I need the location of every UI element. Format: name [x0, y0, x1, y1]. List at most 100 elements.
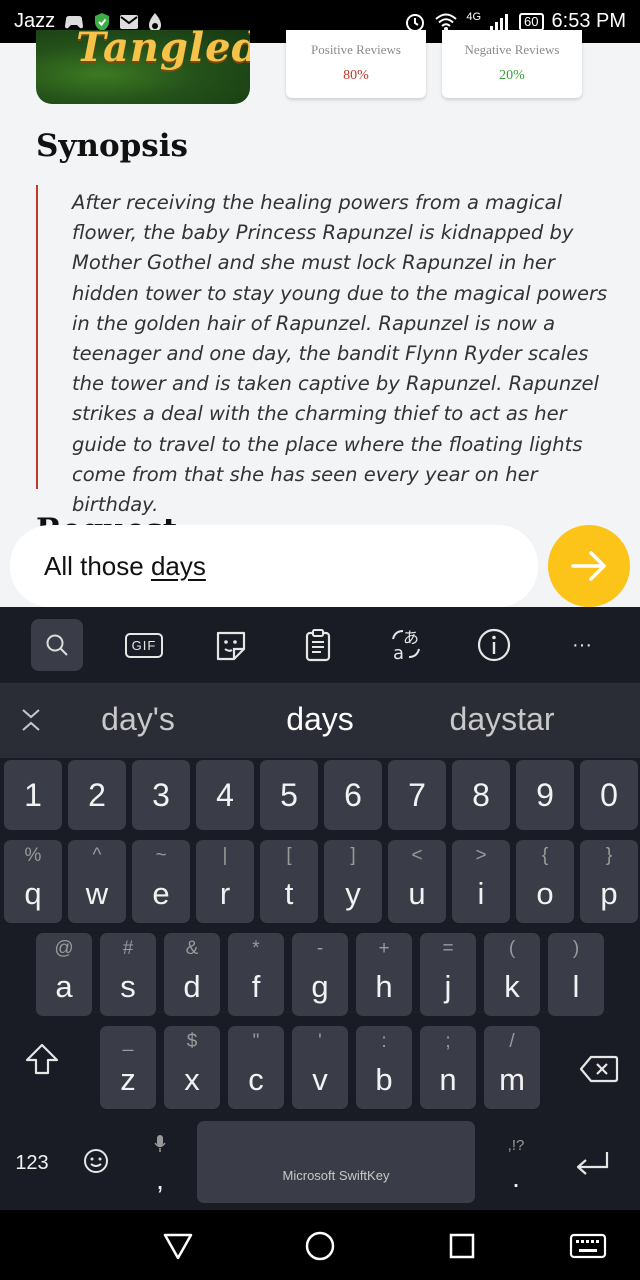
synopsis-heading: Synopsis	[36, 128, 188, 164]
numbers-symbols-key[interactable]: 123	[6, 1141, 58, 1185]
back-button[interactable]	[160, 1228, 196, 1264]
space-bar-brand: Microsoft SwiftKey	[282, 1168, 390, 1183]
key-6-label: 6	[344, 776, 362, 813]
key-t[interactable]: [t	[260, 840, 318, 923]
key-d[interactable]: & d	[164, 933, 220, 1016]
key-b[interactable]: :b	[356, 1026, 412, 1109]
key-q[interactable]: % q	[4, 840, 62, 923]
key-c[interactable]: " c	[228, 1026, 284, 1109]
key-p-secondary: }	[605, 845, 613, 866]
key-e[interactable]: ~ e	[132, 840, 190, 923]
keyboard-toggle-button[interactable]	[568, 1228, 608, 1264]
movie-poster[interactable]: Tangled	[36, 30, 250, 104]
poster-title: Tangled	[76, 30, 250, 71]
vpn-shield-icon	[93, 12, 111, 32]
key-s[interactable]: # s	[100, 933, 156, 1016]
key-1[interactable]: 1	[4, 760, 62, 830]
key-6[interactable]: 6	[324, 760, 382, 830]
key-v-secondary: '	[318, 1031, 322, 1052]
clipboard-button[interactable]	[292, 619, 344, 671]
key-0[interactable]: 0	[580, 760, 638, 830]
emoji-key[interactable]	[80, 1143, 112, 1179]
backspace-key[interactable]	[572, 1044, 626, 1094]
key-8[interactable]: 8	[452, 760, 510, 830]
key-z[interactable]: _ z	[100, 1026, 156, 1109]
sticker-button[interactable]	[205, 619, 257, 671]
key-z-secondary: _	[122, 1031, 134, 1052]
key-f[interactable]: * f	[228, 933, 284, 1016]
keyboard-search-button[interactable]	[31, 619, 83, 671]
key-f-label: f	[251, 968, 261, 1004]
key-o-secondary: {	[541, 845, 549, 866]
key-v[interactable]: ' v	[292, 1026, 348, 1109]
key-o[interactable]: {o	[516, 840, 574, 923]
positive-reviews-label: Positive Reviews	[311, 42, 401, 57]
key-g[interactable]: -g	[292, 933, 348, 1016]
key-i[interactable]: > i	[452, 840, 510, 923]
key-4[interactable]: 4	[196, 760, 254, 830]
navigation-bar	[0, 1210, 640, 1280]
key-k[interactable]: (k	[484, 933, 540, 1016]
key-h[interactable]: + h	[356, 933, 412, 1016]
recents-square-icon	[449, 1233, 475, 1259]
suggestion-right[interactable]: daystar	[412, 701, 592, 738]
key-r[interactable]: | r	[196, 840, 254, 923]
key-r-secondary: |	[222, 845, 228, 866]
next-section-heading-text: Request	[36, 512, 236, 526]
reply-input[interactable]: All those days	[10, 525, 538, 607]
gif-button[interactable]: GIF	[118, 619, 170, 671]
more-options-button[interactable]: ···	[556, 619, 608, 671]
send-button[interactable]	[548, 525, 630, 607]
positive-reviews-value: 80%	[343, 68, 369, 83]
key-x[interactable]: $ x	[164, 1026, 220, 1109]
key-3[interactable]: 3	[132, 760, 190, 830]
key-b-secondary: :	[381, 1031, 387, 1052]
key-p[interactable]: } p	[580, 840, 638, 923]
key-i-secondary: >	[475, 845, 487, 866]
key-m[interactable]: / m	[484, 1026, 540, 1109]
emoji-icon	[84, 1149, 108, 1173]
key-y[interactable]: ] y	[324, 840, 382, 923]
key-j[interactable]: = j	[420, 933, 476, 1016]
key-q-label: q	[24, 875, 42, 911]
clipboard-icon	[305, 629, 331, 662]
key-g-label: g	[311, 968, 329, 1004]
key-n[interactable]: ; n	[420, 1026, 476, 1109]
home-button[interactable]	[302, 1228, 338, 1264]
key-4-label: 4	[216, 776, 234, 813]
collapse-suggestions-icon[interactable]	[18, 705, 44, 740]
key-a[interactable]: @ a	[36, 933, 92, 1016]
suggestion-center[interactable]: days	[230, 701, 410, 738]
key-7[interactable]: 7	[388, 760, 446, 830]
key-2-label: 2	[88, 776, 106, 813]
wifi-icon	[434, 12, 458, 32]
enter-key[interactable]	[568, 1143, 616, 1183]
enter-icon	[576, 1152, 609, 1175]
fire-icon	[147, 12, 163, 32]
keyboard-toolbar: GIF あa ···	[0, 607, 640, 683]
key-a-label: a	[55, 968, 73, 1004]
key-o-label: o	[536, 875, 554, 911]
recents-button[interactable]	[444, 1228, 480, 1264]
key-r-label: r	[219, 875, 231, 911]
period-key[interactable]: ,!? .	[490, 1123, 542, 1207]
info-button[interactable]	[468, 619, 520, 671]
key-2[interactable]: 2	[68, 760, 126, 830]
key-l[interactable]: ) l	[548, 933, 604, 1016]
key-w-secondary: ^	[92, 845, 102, 866]
key-k-label: k	[504, 968, 520, 1004]
key-w[interactable]: ^ w	[68, 840, 126, 923]
space-bar[interactable]: Microsoft SwiftKey	[197, 1121, 475, 1203]
suggestion-left[interactable]: day's	[48, 701, 228, 738]
comma-voice-key[interactable]: ,	[134, 1123, 186, 1207]
translator-button[interactable]: あa	[381, 619, 433, 671]
key-5[interactable]: 5	[260, 760, 318, 830]
key-x-label: x	[184, 1061, 200, 1097]
key-h-secondary: +	[378, 938, 390, 959]
shift-key[interactable]	[18, 1029, 66, 1089]
key-x-secondary: $	[186, 1031, 198, 1052]
key-9[interactable]: 9	[516, 760, 574, 830]
key-c-secondary: "	[252, 1031, 260, 1052]
key-k-secondary: (	[508, 938, 516, 959]
key-u[interactable]: < u	[388, 840, 446, 923]
